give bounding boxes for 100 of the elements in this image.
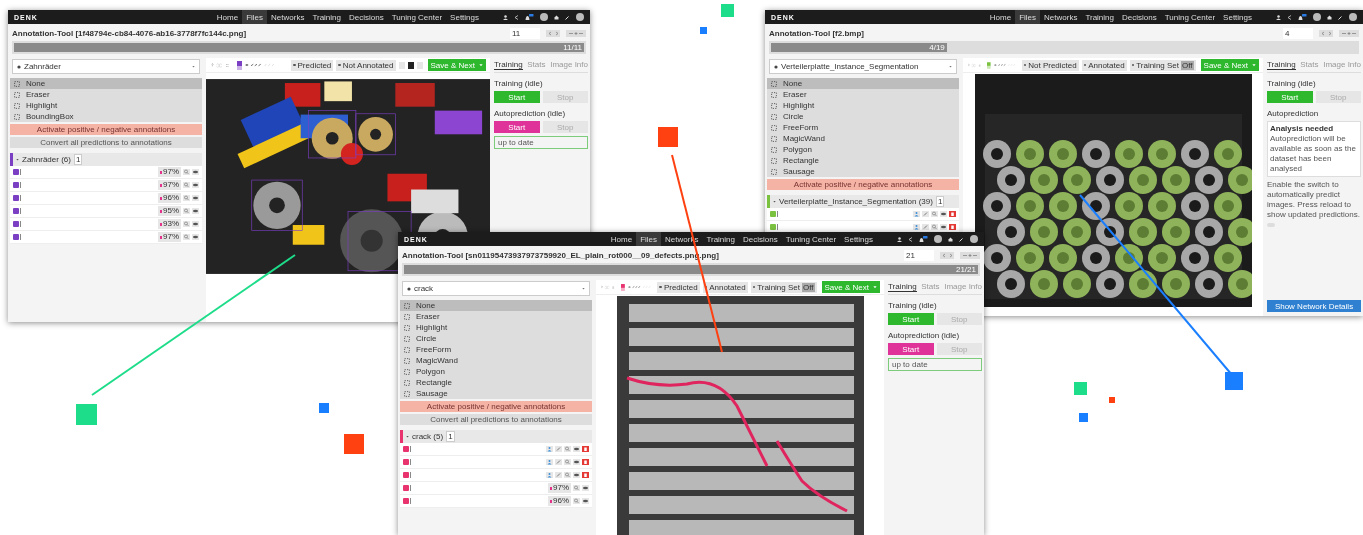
tool-item[interactable]: Rectangle [400, 377, 592, 388]
start-button[interactable]: Start [888, 343, 934, 355]
chevrons-button[interactable] [546, 29, 560, 37]
nav-tab[interactable]: Tuning Center [1160, 10, 1220, 24]
tool-item[interactable]: Highlight [400, 322, 592, 333]
nav-tab[interactable]: Tuning Center [387, 10, 447, 24]
share-icon[interactable] [908, 236, 913, 242]
tool-item[interactable]: Sausage [400, 388, 592, 399]
tool-item[interactable]: FreeForm [767, 122, 959, 133]
nav-tab[interactable]: Files [1015, 10, 1041, 24]
tool-item[interactable]: Eraser [767, 89, 959, 100]
tool-item[interactable]: MagicWand [400, 355, 592, 366]
tool-item[interactable]: None [767, 78, 959, 89]
class-color-swatch[interactable] [237, 60, 242, 70]
avatar-icon[interactable] [540, 13, 548, 21]
nav-tab[interactable]: Files [636, 232, 662, 246]
bell-icon[interactable] [525, 13, 534, 21]
chevrons-button[interactable] [940, 251, 954, 259]
nav-tab[interactable]: Home [212, 10, 243, 24]
tool-item[interactable]: None [400, 300, 592, 311]
bell-icon[interactable] [919, 235, 928, 243]
avatar-icon[interactable] [1313, 13, 1321, 21]
nav-tab[interactable]: Networks [267, 10, 309, 24]
action-button[interactable]: Convert all predictions to annotations [400, 414, 592, 425]
nav-tab[interactable]: Decisions [1118, 10, 1161, 24]
tool-item[interactable]: Rectangle [767, 155, 959, 166]
eye-icon[interactable] [192, 234, 199, 240]
page-field[interactable]: 4 [1283, 27, 1313, 39]
drawing-tools-icons[interactable] [245, 62, 275, 68]
nav-tab[interactable]: Settings [1219, 10, 1256, 24]
share-icon[interactable] [514, 14, 519, 20]
panel-tab[interactable]: Training [888, 282, 917, 292]
trash-icon[interactable] [582, 459, 589, 465]
annotation-row[interactable]: 96% [400, 495, 592, 508]
class-select[interactable]: Zahnräder [12, 59, 200, 74]
trash-icon[interactable] [582, 472, 589, 478]
filter-button[interactable]: Predicted [291, 59, 334, 71]
home-icon[interactable] [1327, 14, 1332, 20]
tool-item[interactable]: Eraser [10, 89, 202, 100]
avatar-icon[interactable] [576, 13, 584, 21]
filter-button[interactable]: Predicted [657, 281, 700, 293]
tool-item[interactable]: Highlight [767, 100, 959, 111]
nav-tab[interactable]: Decisions [345, 10, 388, 24]
filter-button[interactable]: Training Set Off [750, 281, 817, 293]
nav-tab[interactable]: Settings [446, 10, 483, 24]
filter-button[interactable]: Training Set Off [1129, 59, 1196, 71]
action-button[interactable]: Convert all predictions to annotations [10, 137, 202, 148]
wrench-icon[interactable] [959, 236, 964, 242]
eye-icon[interactable] [192, 208, 199, 214]
arrows-button[interactable] [1339, 29, 1359, 37]
tool-item[interactable]: Highlight [10, 100, 202, 111]
nav-tab[interactable]: Files [242, 10, 268, 24]
user-icon[interactable] [1276, 14, 1281, 20]
filter-button[interactable]: Annotated [1081, 59, 1127, 71]
trash-icon[interactable] [582, 446, 589, 452]
eye-icon[interactable] [192, 182, 199, 188]
eye-icon[interactable] [192, 221, 199, 227]
class-color-swatch[interactable] [621, 282, 626, 292]
page-field[interactable]: 11 [510, 27, 540, 39]
home-icon[interactable] [948, 236, 953, 242]
annotation-row[interactable]: 97% [10, 231, 202, 244]
eye-icon[interactable] [573, 446, 580, 452]
nav-tab[interactable]: Training [1081, 10, 1118, 24]
trash-icon[interactable] [949, 224, 956, 230]
tool-item[interactable]: Polygon [400, 366, 592, 377]
eye-icon[interactable] [582, 485, 589, 491]
nav-tab[interactable]: Decisions [739, 232, 782, 246]
annotation-row[interactable]: 97% [400, 482, 592, 495]
tool-item[interactable]: Eraser [400, 311, 592, 322]
eye-icon[interactable] [582, 498, 589, 504]
tool-item[interactable]: None [10, 78, 202, 89]
annotation-row[interactable]: 97% [10, 166, 202, 179]
arrows-button[interactable] [960, 251, 980, 259]
trash-icon[interactable] [949, 211, 956, 217]
class-color-swatch[interactable] [987, 60, 991, 70]
avatar-icon[interactable] [970, 235, 978, 243]
action-button[interactable]: Activate positive / negative annotations [10, 124, 202, 135]
caret-icon[interactable] [773, 200, 776, 203]
tool-item[interactable]: FreeForm [400, 344, 592, 355]
annotation-row[interactable]: 93% [10, 218, 202, 231]
tool-item[interactable]: Circle [400, 333, 592, 344]
page-field[interactable]: 21 [904, 249, 934, 261]
eye-icon[interactable] [192, 195, 199, 201]
action-button[interactable]: Activate positive / negative annotations [767, 179, 959, 190]
user-icon[interactable] [503, 14, 508, 20]
panel-tab[interactable]: Training [494, 60, 523, 70]
caret-icon[interactable] [16, 158, 19, 161]
panel-tab[interactable]: Training [1267, 60, 1296, 70]
nav-tab[interactable]: Settings [840, 232, 877, 246]
eye-icon[interactable] [573, 472, 580, 478]
wrench-icon[interactable] [565, 14, 570, 20]
caret-icon[interactable] [406, 435, 409, 438]
eye-icon[interactable] [573, 459, 580, 465]
annotation-row[interactable]: 95% [10, 205, 202, 218]
chevrons-button[interactable] [1319, 29, 1333, 37]
annotation-row[interactable]: 96% [10, 192, 202, 205]
eye-icon[interactable] [192, 169, 199, 175]
view-mode-button[interactable] [407, 61, 414, 69]
user-icon[interactable] [897, 236, 902, 242]
nav-tab[interactable]: Training [308, 10, 345, 24]
